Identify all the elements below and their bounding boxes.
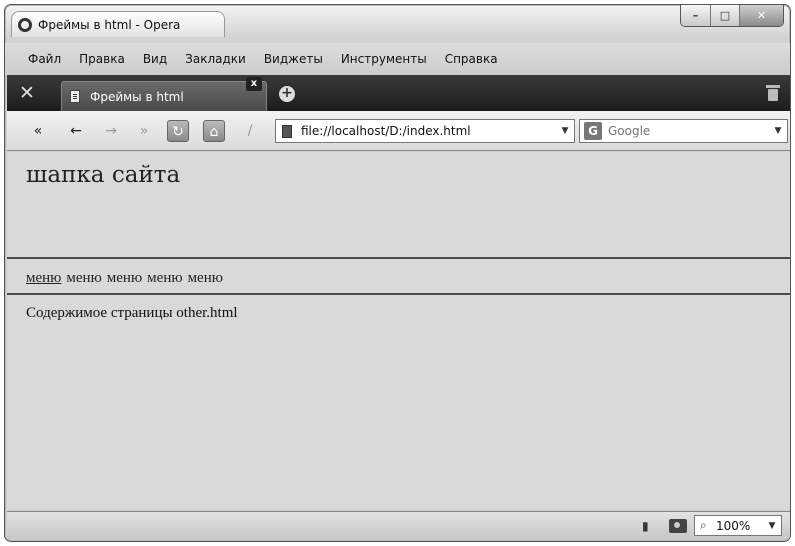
tab-label: Фреймы в html	[90, 89, 184, 104]
back-button[interactable]: ←	[65, 120, 87, 142]
search-engine-icon[interactable]: G	[584, 122, 602, 140]
search-box[interactable]: G ▼	[579, 119, 788, 143]
page-icon	[282, 124, 292, 138]
search-input[interactable]	[608, 124, 769, 138]
window-controls: – □ ✕	[680, 5, 784, 27]
navigation-toolbar: « ← → » ↻ ⌂ / file://localhost/D:/index.…	[7, 111, 790, 151]
camera-icon[interactable]	[669, 519, 687, 533]
menu-text: меню	[66, 270, 102, 286]
new-tab-button[interactable]: +	[279, 86, 295, 102]
tab-bar: ✕ Фреймы в html x +	[7, 75, 790, 111]
window-title-text: Фреймы в html - Opera	[38, 17, 181, 32]
magnifier-icon: ⌕	[700, 518, 707, 532]
trash-lid	[766, 85, 780, 88]
menu-help[interactable]: Справка	[436, 52, 507, 66]
status-bar: ▮ ⌕ 100% ▼	[7, 511, 790, 539]
title-bar: Фреймы в html - Opera – □ ✕	[5, 5, 790, 43]
chevron-down-icon[interactable]: ▼	[556, 126, 574, 136]
chevron-down-icon[interactable]: ▼	[769, 126, 787, 136]
menu-text: меню	[187, 270, 223, 286]
menu-tools[interactable]: Инструменты	[332, 52, 436, 66]
chevron-down-icon[interactable]: ▼	[763, 521, 781, 531]
minimize-button[interactable]: –	[681, 5, 710, 26]
tab-frames-in-html[interactable]: Фреймы в html x	[61, 77, 267, 111]
menu-text: меню	[106, 270, 143, 286]
trash-icon[interactable]	[766, 83, 780, 103]
window-title: Фреймы в html - Opera	[11, 11, 225, 37]
main-frame: Содержимое страницы other.html	[7, 297, 790, 510]
menu-links: меню меню меню меню меню	[26, 270, 223, 287]
rewind-button[interactable]: «	[27, 120, 49, 142]
main-content-text: Содержимое страницы other.html	[26, 305, 238, 321]
opera-logo-icon	[18, 17, 32, 32]
page-content: шапка сайта меню меню меню меню меню Сод…	[7, 152, 790, 510]
menu-text: меню	[147, 270, 183, 286]
menu-view[interactable]: Вид	[134, 52, 176, 66]
menu-link[interactable]: меню	[26, 270, 61, 287]
maximize-button[interactable]: □	[710, 5, 739, 26]
home-button[interactable]: ⌂	[203, 120, 225, 142]
page-icon	[70, 90, 80, 103]
forward-button[interactable]: →	[100, 120, 122, 142]
menu-file[interactable]: Файл	[19, 52, 70, 66]
tab-close-button[interactable]: x	[246, 77, 262, 91]
site-header-text: шапка сайта	[26, 162, 181, 188]
reload-button[interactable]: ↻	[167, 120, 189, 142]
header-frame: шапка сайта	[7, 152, 790, 259]
menu-edit[interactable]: Правка	[70, 52, 134, 66]
turbo-icon[interactable]: ▮	[642, 519, 656, 533]
trash-body	[768, 89, 778, 101]
zoom-value: 100%	[716, 518, 751, 533]
menu-bar: Файл Правка Вид Закладки Виджеты Инструм…	[5, 43, 790, 75]
menu-frame: меню меню меню меню меню	[7, 261, 790, 295]
browser-window: Фреймы в html - Opera – □ ✕ Файл Правка …	[4, 4, 791, 542]
address-text[interactable]: file://localhost/D:/index.html	[301, 124, 556, 138]
address-bar[interactable]: file://localhost/D:/index.html ▼	[275, 119, 575, 143]
menu-bookmarks[interactable]: Закладки	[176, 52, 255, 66]
fast-forward-button[interactable]: »	[133, 120, 155, 142]
tools-icon[interactable]: ✕	[15, 82, 39, 104]
menu-widgets[interactable]: Виджеты	[255, 52, 332, 66]
zoom-control[interactable]: ⌕ 100% ▼	[694, 515, 782, 536]
close-window-button[interactable]: ✕	[739, 5, 783, 26]
edit-button[interactable]: /	[239, 120, 261, 142]
